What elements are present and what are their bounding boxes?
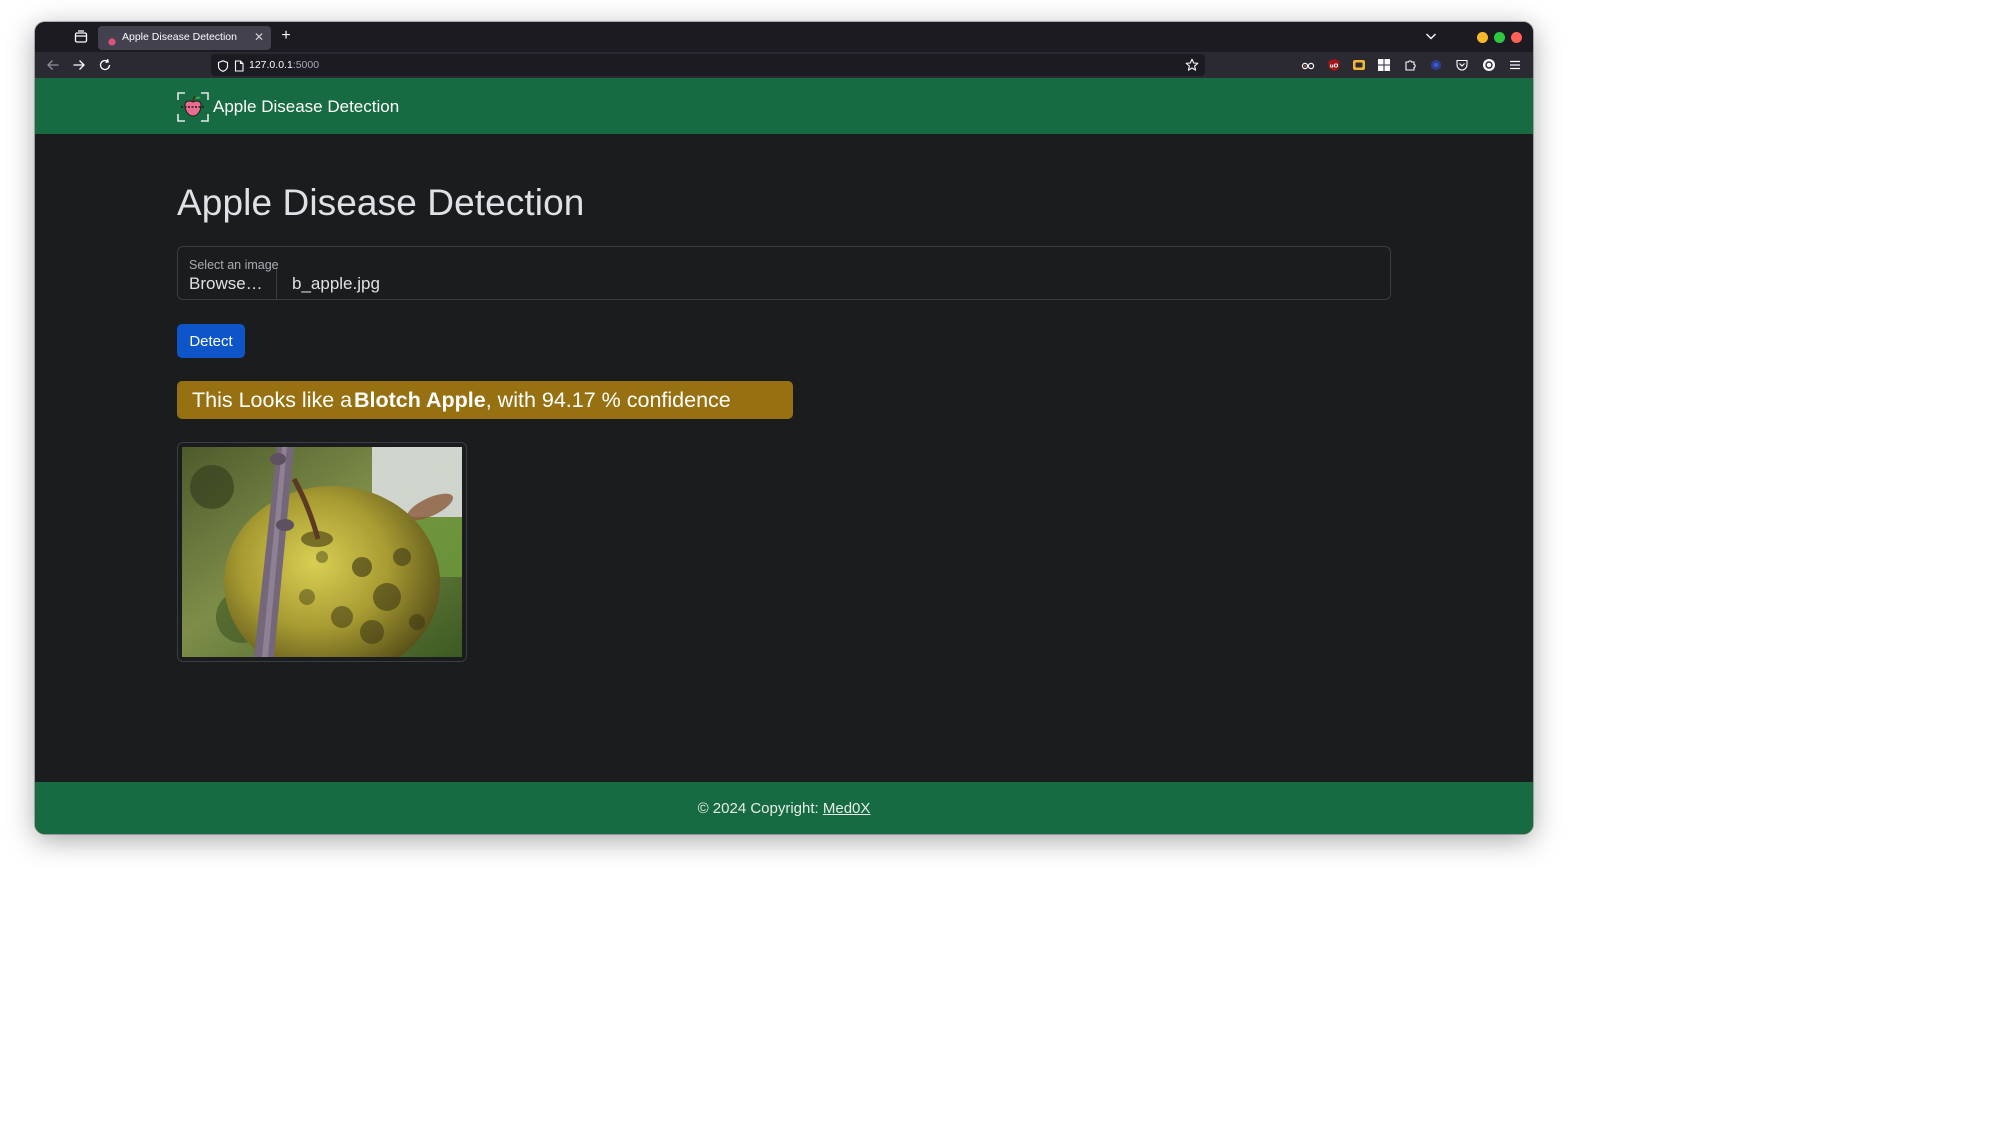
tab-list-icon[interactable] [73,29,89,45]
hamburger-menu-icon[interactable] [1508,58,1522,72]
result-confidence: , with 94.17 % confidence [485,387,731,412]
close-icon[interactable]: ✕ [252,30,266,44]
tab-bar: Apple Disease Detection ✕ + [35,22,1533,52]
page-title: Apple Disease Detection [177,182,585,223]
detect-button[interactable]: Detect [177,324,245,358]
result-disease-name: Blotch Apple [353,387,486,412]
url-text[interactable]: 127.0.0.1:5000 [249,59,319,71]
web-page: Apple Disease Detection Apple Disease De… [35,78,1533,834]
site-navbar: Apple Disease Detection [35,78,1533,134]
site-footer: © 2024 Copyright: Med0X [35,782,1533,834]
footer-author-link[interactable]: Med0X [823,800,871,817]
star-icon[interactable] [1185,58,1199,72]
pocket-icon[interactable] [1455,58,1469,72]
browser-window: Apple Disease Detection ✕ + 127.0.0.1:50… [35,22,1533,834]
apple-photo [182,447,462,657]
url-host: 127.0.0.1 [249,59,293,71]
svg-text:uO: uO [1330,64,1339,70]
extensions-puzzle-icon[interactable] [1403,58,1417,72]
page-icon[interactable] [233,59,245,72]
apple-scan-logo-icon [177,92,209,122]
navbar-brand[interactable]: Apple Disease Detection [177,92,399,122]
result-prefix: This Looks like a [192,387,353,412]
account-icon[interactable] [1482,58,1496,72]
navigation-toolbar: 127.0.0.1:5000 uO [35,52,1533,78]
yellow-extension-icon[interactable] [1352,58,1366,72]
url-bar[interactable]: 127.0.0.1:5000 [211,54,1205,76]
blue-extension-icon[interactable] [1429,58,1443,72]
prediction-result-badge: This Looks like a Blotch Apple, with 94.… [177,381,793,419]
maximize-window-button[interactable] [1494,32,1505,43]
forward-arrow-icon[interactable] [71,57,87,73]
tab-apple-disease-detection[interactable]: Apple Disease Detection ✕ [98,26,271,50]
apple-favicon-icon [107,33,117,46]
browse-button[interactable]: Browse… [178,269,277,299]
tab-title: Apple Disease Detection [122,31,237,43]
ublock-origin-icon[interactable]: uO [1327,58,1341,72]
reload-icon[interactable] [97,57,113,73]
footer-copyright: © 2024 Copyright: [697,799,819,817]
brand-title: Apple Disease Detection [213,97,400,116]
browse-button-label: Browse… [189,274,263,293]
grid-extension-icon[interactable] [1377,58,1391,72]
desktop: Apple Disease Detection ✕ + 127.0.0.1:50… [0,0,1568,880]
url-port: :5000 [292,59,320,71]
close-window-button[interactable] [1511,32,1522,43]
uploaded-image-thumbnail [177,442,467,662]
image-file-input[interactable]: Select an image Browse… b_apple.jpg [177,246,1391,300]
chevron-down-icon[interactable] [1424,29,1440,45]
plus-icon[interactable]: + [278,28,294,44]
glasses-extension-icon[interactable] [1301,58,1315,72]
selected-file-name: b_apple.jpg [292,274,380,293]
shield-icon[interactable] [217,59,229,72]
back-arrow-icon[interactable] [45,57,61,73]
minimize-window-button[interactable] [1477,32,1488,43]
